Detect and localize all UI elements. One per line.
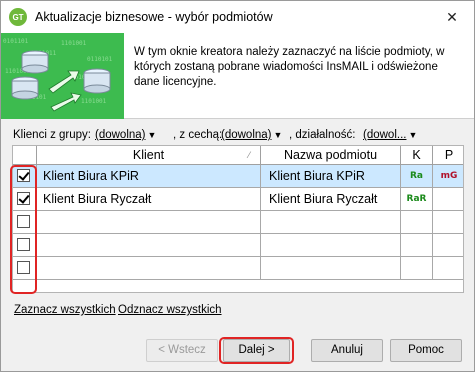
- database-illustration: 01011011101001 10010110110101 1101001101…: [1, 33, 124, 119]
- group-filter-value: (dowolna): [95, 129, 146, 141]
- p-cell: [433, 257, 463, 279]
- p-cell: [433, 234, 463, 256]
- table-row[interactable]: [13, 257, 463, 280]
- client-cell: [37, 234, 261, 256]
- column-header-p[interactable]: P: [433, 146, 463, 164]
- row-checkbox-cell: [13, 257, 37, 279]
- k-cell: [401, 211, 433, 233]
- chevron-down-icon: ▼: [273, 130, 283, 140]
- entity-name-cell: [261, 211, 401, 233]
- client-cell: Klient Biura KPiR: [37, 165, 261, 187]
- close-icon: ✕: [446, 8, 458, 25]
- group-filter-dropdown[interactable]: (dowolna) ▼: [95, 129, 156, 141]
- entity-name-cell: Klient Biura Ryczałt: [261, 188, 401, 210]
- column-header-client[interactable]: Klient ⁄: [37, 146, 261, 164]
- column-header-label: Klient: [132, 148, 165, 162]
- feature-filter-value: (dowolna): [221, 129, 272, 141]
- k-tag: RaR: [406, 194, 427, 204]
- p-cell: [433, 188, 463, 210]
- cancel-button[interactable]: Anuluj: [311, 339, 383, 362]
- feature-filter-dropdown[interactable]: (dowolna) ▼: [221, 129, 282, 141]
- table-row[interactable]: [13, 234, 463, 257]
- table-row[interactable]: Klient Biura Ryczałt Klient Biura Ryczałt…: [13, 188, 463, 211]
- row-checkbox-cell: [13, 211, 37, 233]
- table-row[interactable]: [13, 211, 463, 234]
- activity-filter-dropdown[interactable]: (dowol... ▼: [363, 129, 417, 141]
- app-logo-icon: GT: [9, 8, 27, 26]
- back-button[interactable]: < Wstecz: [146, 339, 218, 362]
- entity-name-cell: [261, 257, 401, 279]
- entity-name-cell: Klient Biura KPiR: [261, 165, 401, 187]
- client-cell: [37, 257, 261, 279]
- row-checkbox[interactable]: [17, 261, 30, 274]
- chevron-down-icon: ▼: [408, 130, 418, 140]
- activity-filter-label: , działalność:: [289, 129, 356, 141]
- sort-indicator-icon: ⁄: [248, 150, 250, 160]
- row-checkbox[interactable]: [17, 169, 30, 182]
- row-checkbox[interactable]: [17, 192, 30, 205]
- chevron-down-icon: ▼: [147, 130, 157, 140]
- k-cell: Ra: [401, 165, 433, 187]
- k-cell: [401, 257, 433, 279]
- row-checkbox-cell: [13, 165, 37, 187]
- row-checkbox[interactable]: [17, 215, 30, 228]
- svg-text:1101001: 1101001: [61, 40, 87, 47]
- p-cell: mG: [433, 165, 463, 187]
- select-all-link[interactable]: Zaznacz wszystkich: [14, 304, 116, 316]
- title-bar[interactable]: GT Aktualizacje biznesowe - wybór podmio…: [1, 1, 474, 33]
- column-header-k[interactable]: K: [401, 146, 433, 164]
- header-banner: 01011011101001 10010110110101 1101001101…: [1, 33, 474, 119]
- feature-filter-label: , z cechą:: [173, 129, 223, 141]
- help-button[interactable]: Pomoc: [390, 339, 462, 362]
- row-checkbox-cell: [13, 188, 37, 210]
- p-tag: mG: [440, 171, 458, 181]
- group-filter-label: Klienci z grupy:: [13, 129, 91, 141]
- row-checkbox-cell: [13, 234, 37, 256]
- p-cell: [433, 211, 463, 233]
- window-title: Aktualizacje biznesowe - wybór podmiotów: [35, 10, 273, 24]
- column-header-entity[interactable]: Nazwa podmiotu: [261, 146, 401, 164]
- table-row[interactable]: Klient Biura KPiR Klient Biura KPiR Ra mG: [13, 165, 463, 188]
- activity-filter-value: (dowol...: [363, 129, 407, 141]
- k-tag: Ra: [409, 171, 423, 181]
- deselect-all-link[interactable]: Odznacz wszystkich: [118, 304, 222, 316]
- checkbox-column-header: [13, 146, 37, 164]
- grid-header: Klient ⁄ Nazwa podmiotu K P: [13, 146, 463, 165]
- dialog-window: GT Aktualizacje biznesowe - wybór podmio…: [0, 0, 475, 372]
- svg-text:1101001: 1101001: [81, 98, 107, 105]
- svg-text:0110101: 0110101: [87, 56, 113, 63]
- k-cell: [401, 234, 433, 256]
- k-cell: RaR: [401, 188, 433, 210]
- client-cell: [37, 211, 261, 233]
- close-button[interactable]: ✕: [430, 1, 474, 33]
- row-checkbox[interactable]: [17, 238, 30, 251]
- banner-description: W tym oknie kreatora należy zaznaczyć na…: [134, 46, 445, 88]
- clients-grid[interactable]: Klient ⁄ Nazwa podmiotu K P Klient Biura…: [12, 145, 464, 293]
- client-cell: Klient Biura Ryczałt: [37, 188, 261, 210]
- svg-text:0101101: 0101101: [3, 38, 29, 45]
- entity-name-cell: [261, 234, 401, 256]
- next-button[interactable]: Dalej >: [223, 339, 290, 362]
